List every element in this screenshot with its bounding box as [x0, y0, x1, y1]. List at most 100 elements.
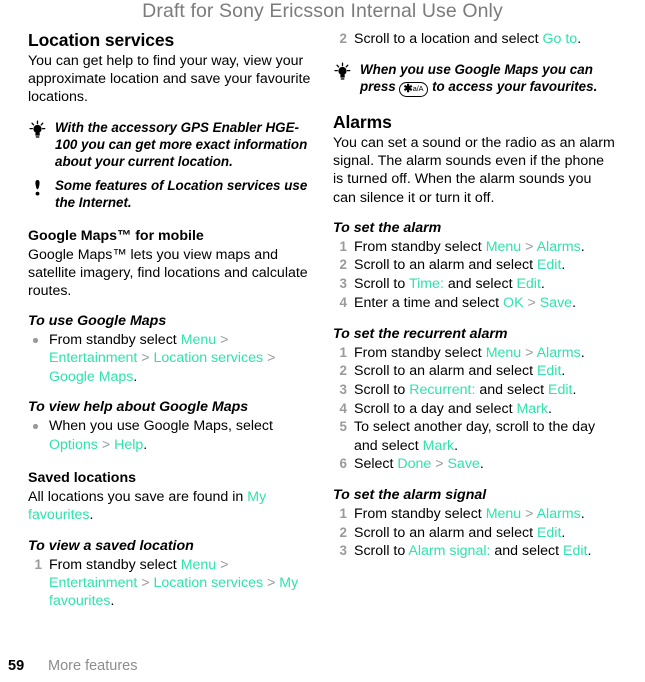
ui-string-location-services[interactable]: Location services: [154, 350, 264, 366]
step-text-pre: Scroll to a day and select: [354, 400, 517, 417]
ui-string-alarm-signal[interactable]: Alarm signal:: [408, 543, 490, 559]
step-text-post: .: [133, 368, 138, 385]
path-separator: >: [521, 238, 537, 255]
step-text-post: .: [561, 363, 566, 380]
step-text-pre: Select: [354, 456, 398, 473]
ui-string-alarms[interactable]: Alarms: [537, 345, 581, 361]
right-column: 2 Scroll to a location and select Go to.: [333, 30, 617, 561]
ui-string-save[interactable]: Save: [540, 295, 572, 311]
asterisk-icon: ✱: [403, 83, 413, 96]
ui-string-edit[interactable]: Edit: [537, 363, 561, 379]
heading-to-use-google-maps: To use Google Maps: [28, 313, 167, 330]
manual-page: Draft for Sony Ericsson Internal Use Onl…: [0, 0, 645, 682]
location-services-intro: You can get help to find your way, view …: [28, 53, 311, 106]
ui-string-options[interactable]: Options: [49, 437, 98, 453]
ui-string-time[interactable]: Time:: [409, 276, 444, 292]
list-item: 3 Scroll to Time: and select Edit.: [333, 275, 617, 293]
path-separator: >: [521, 344, 537, 361]
note-internet-usage-text: Some features of Location services use t…: [55, 178, 308, 211]
step-text-post: .: [143, 436, 148, 453]
note-internet-usage: Some features of Location services use t…: [28, 177, 312, 211]
ui-string-menu[interactable]: Menu: [486, 345, 522, 361]
step-text-pre: To select another day, scroll to the day…: [354, 419, 596, 454]
list-item: 1 From standby select Menu > Alarms.: [333, 344, 617, 362]
ui-string-entertainment[interactable]: Entertainment: [49, 350, 137, 366]
ui-string-google-maps[interactable]: Google Maps: [49, 369, 133, 385]
list-item: 3 Scroll to Recurrent: and select Edit.: [333, 381, 617, 399]
ui-string-menu[interactable]: Menu: [181, 557, 217, 573]
list-item: 2 Scroll to an alarm and select Edit.: [333, 256, 617, 274]
ui-string-edit[interactable]: Edit: [537, 257, 561, 273]
steps-to-view-saved-location: 1 From standby select Menu > Entertainme…: [28, 556, 312, 611]
path-separator: >: [97, 436, 115, 453]
heading-to-set-the-alarm-signal: To set the alarm signal: [333, 486, 487, 503]
list-item: 1 From standby select Menu > Entertainme…: [28, 556, 312, 611]
step-number: 1: [34, 556, 42, 572]
step-text-post: .: [572, 381, 577, 398]
path-separator: >: [263, 574, 280, 591]
ui-string-entertainment[interactable]: Entertainment: [49, 575, 137, 591]
ui-string-mark[interactable]: Mark: [423, 438, 455, 454]
ui-string-edit[interactable]: Edit: [537, 525, 561, 541]
step-text-post: .: [110, 593, 115, 610]
steps-to-view-help: When you use Google Maps, select Options…: [28, 417, 312, 453]
path-separator: >: [263, 350, 276, 367]
step-text-pre: Scroll to an alarm and select: [354, 363, 537, 380]
step-text-pre: From standby select: [49, 556, 181, 573]
ui-string-edit[interactable]: Edit: [563, 543, 587, 559]
step-text-post: .: [454, 437, 459, 454]
step-text-pre: Scroll to: [354, 543, 409, 560]
step-text-pre: From standby select: [354, 238, 486, 255]
step-text-pre: From standby select: [354, 344, 486, 361]
ui-string-alarms[interactable]: Alarms: [537, 506, 581, 522]
ui-string-mark[interactable]: Mark: [516, 401, 548, 417]
section-title-alarms: Alarms: [333, 111, 392, 132]
step-text-pre: Scroll to a location and select: [354, 31, 543, 47]
heading-google-maps: Google Maps™ for mobile: [28, 227, 204, 244]
ui-string-done[interactable]: Done: [397, 456, 431, 472]
step-number: 5: [339, 419, 347, 435]
saved-locations-intro: All locations you save are found in My f…: [28, 488, 312, 524]
step-text-post: .: [577, 31, 582, 47]
step-text-pre: From standby select: [49, 332, 181, 349]
ui-string-alarms[interactable]: Alarms: [537, 239, 581, 255]
step-number: 6: [339, 456, 347, 472]
heading-to-set-the-recurrent-alarm: To set the recurrent alarm: [333, 325, 508, 342]
steps-to-set-the-alarm: 1 From standby select Menu > Alarms. 2 S…: [333, 238, 617, 312]
path-separator: >: [216, 556, 229, 573]
step-text-pre: Scroll to an alarm and select: [354, 524, 537, 541]
exclamation-icon: [28, 178, 52, 198]
ui-string-help[interactable]: Help: [114, 437, 143, 453]
list-item: From standby select Menu > Entertainment…: [28, 331, 312, 386]
lightbulb-icon: [333, 62, 357, 82]
step-number: 3: [339, 276, 347, 292]
ui-string-edit[interactable]: Edit: [516, 276, 540, 292]
ui-string-recurrent[interactable]: Recurrent:: [409, 382, 475, 398]
tip-favourites-shortcut: When you use Google Maps you can press ✱…: [333, 61, 617, 97]
lightbulb-icon: [28, 120, 52, 140]
ui-string-go-to[interactable]: Go to: [542, 31, 577, 47]
bullet-dot: [33, 338, 38, 343]
ui-string-menu[interactable]: Menu: [486, 506, 522, 522]
ui-string-location-services[interactable]: Location services: [154, 575, 264, 591]
list-item: 4 Enter a time and select OK > Save.: [333, 294, 617, 312]
step-text-mid: and select: [475, 381, 548, 398]
step-text-mid: and select: [490, 543, 563, 560]
heading-saved-locations: Saved locations: [28, 470, 137, 487]
ui-string-menu[interactable]: Menu: [486, 239, 522, 255]
star-key-glyph: ✱a/A: [399, 82, 429, 97]
ui-string-edit[interactable]: Edit: [548, 382, 572, 398]
ui-string-menu[interactable]: Menu: [181, 332, 217, 348]
list-item: When you use Google Maps, select Options…: [28, 417, 312, 453]
step-text-post: .: [580, 238, 585, 255]
ui-string-save[interactable]: Save: [447, 456, 479, 472]
page-title-location-services: Location services: [28, 30, 175, 50]
heading-to-view-help: To view help about Google Maps: [28, 399, 249, 416]
ui-string-ok[interactable]: OK: [503, 295, 524, 311]
step-text-post: .: [561, 257, 566, 274]
step-number: 2: [339, 257, 347, 273]
